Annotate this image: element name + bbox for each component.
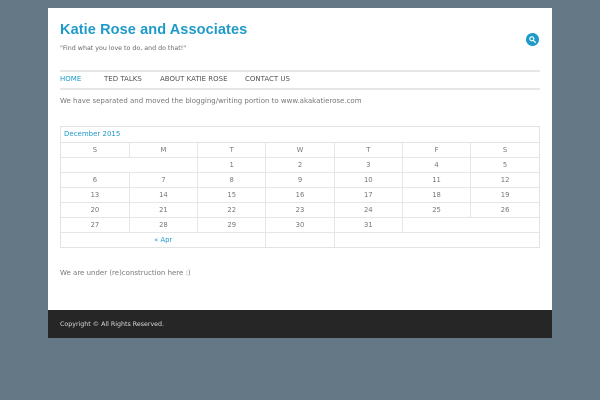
calendar-week-row: 6 7 8 9 10 11 12 (61, 172, 539, 188)
search-icon (529, 36, 536, 43)
site-title[interactable]: Katie Rose and Associates (60, 22, 247, 38)
calendar-day: 6 (61, 172, 130, 188)
notice-text: We have separated and moved the blogging… (60, 97, 362, 105)
calendar-day: 31 (333, 217, 403, 233)
weekday-header: T (333, 143, 403, 158)
calendar-day: 8 (197, 172, 267, 188)
nav-item-about-katie-rose[interactable]: ABOUT KATIE ROSE (160, 75, 228, 83)
calendar-day: 30 (265, 217, 335, 233)
calendar-day: 7 (128, 172, 199, 188)
weekday-header: W (265, 143, 335, 158)
calendar-day: 13 (61, 187, 130, 203)
nav-item-ted-talks[interactable]: TED TALKS (104, 75, 142, 83)
calendar-day: 26 (470, 202, 539, 218)
calendar-week-row: 13 14 15 16 17 18 19 (61, 187, 539, 203)
calendar-day: 15 (197, 187, 267, 203)
calendar-widget: December 2015 S M T W T F S 1 2 3 4 5 6 (60, 126, 540, 248)
calendar-nav-row: « Apr (61, 232, 539, 247)
nav-item-contact-us[interactable]: CONTACT US (245, 75, 290, 83)
calendar-day: 11 (401, 172, 472, 188)
calendar-empty-cell (61, 157, 199, 173)
calendar-day: 25 (401, 202, 472, 218)
calendar-day: 12 (470, 172, 539, 188)
calendar-grid: S M T W T F S 1 2 3 4 5 6 7 8 9 10 11 12… (61, 143, 539, 247)
calendar-next-month-empty (333, 232, 539, 247)
weekday-header: S (61, 143, 130, 158)
calendar-day: 1 (197, 157, 267, 173)
page-container: Katie Rose and Associates "Find what you… (48, 8, 552, 338)
main-navigation: HOME TED TALKS ABOUT KATIE ROSE CONTACT … (60, 70, 540, 90)
calendar-empty-cell (401, 217, 539, 233)
site-tagline: "Find what you love to do, and do that!" (60, 45, 187, 52)
calendar-prev-month-link[interactable]: « Apr (61, 232, 267, 247)
calendar-day: 28 (128, 217, 199, 233)
calendar-day: 29 (197, 217, 267, 233)
calendar-day: 27 (61, 217, 130, 233)
calendar-day: 20 (61, 202, 130, 218)
site-footer: Copyright © All Rights Reserved. (48, 310, 552, 338)
calendar-week-row: 27 28 29 30 31 (61, 217, 539, 233)
calendar-day: 24 (333, 202, 403, 218)
calendar-day: 10 (333, 172, 403, 188)
search-button[interactable] (526, 33, 539, 46)
calendar-day: 18 (401, 187, 472, 203)
calendar-week-row: 1 2 3 4 5 (61, 157, 539, 173)
copyright-text: Copyright © All Rights Reserved. (60, 321, 165, 328)
calendar-day: 5 (470, 157, 539, 173)
calendar-day: 14 (128, 187, 199, 203)
nav-item-home[interactable]: HOME (60, 75, 81, 83)
calendar-day: 16 (265, 187, 335, 203)
calendar-day: 9 (265, 172, 335, 188)
calendar-day: 19 (470, 187, 539, 203)
calendar-day: 21 (128, 202, 199, 218)
calendar-caption: December 2015 (61, 127, 539, 143)
weekday-header: M (128, 143, 199, 158)
calendar-day: 4 (401, 157, 472, 173)
calendar-weekday-row: S M T W T F S (61, 143, 539, 158)
under-construction-text: We are under (re)construction here :) (60, 269, 191, 277)
weekday-header: S (470, 143, 539, 158)
calendar-day: 17 (333, 187, 403, 203)
calendar-day: 23 (265, 202, 335, 218)
calendar-day: 3 (333, 157, 403, 173)
weekday-header: T (197, 143, 267, 158)
calendar-week-row: 20 21 22 23 24 25 26 (61, 202, 539, 218)
calendar-nav-pad (265, 232, 335, 247)
calendar-day: 2 (265, 157, 335, 173)
weekday-header: F (401, 143, 472, 158)
calendar-day: 22 (197, 202, 267, 218)
